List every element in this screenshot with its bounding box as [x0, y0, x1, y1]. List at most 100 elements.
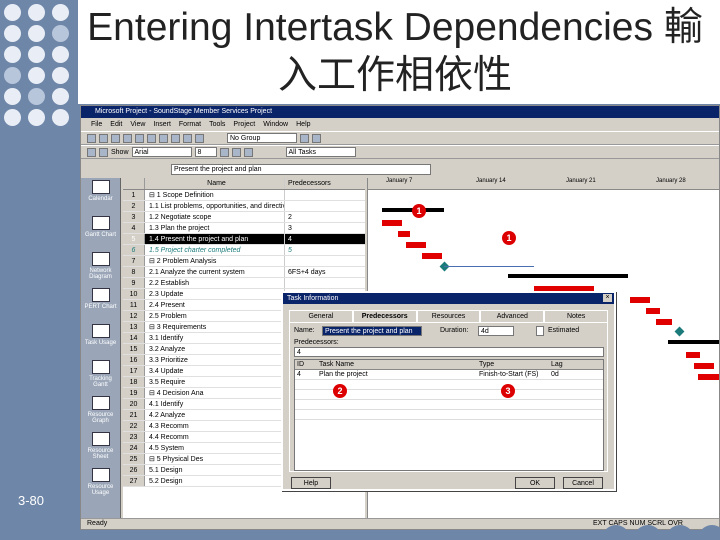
task-name-cell[interactable]: 5.1 Design: [145, 465, 285, 475]
predecessors-cell[interactable]: [285, 278, 365, 288]
task-name-cell[interactable]: 2.3 Update: [145, 289, 285, 299]
tab-resources[interactable]: Resources: [416, 310, 481, 322]
task-name-cell[interactable]: 3.4 Update: [145, 366, 285, 376]
task-name-cell[interactable]: ⊟ 4 Decision Ana: [145, 388, 285, 398]
close-icon[interactable]: ×: [603, 294, 612, 302]
menu-file[interactable]: File: [91, 118, 102, 131]
font-select[interactable]: Arial: [131, 147, 192, 157]
task-name-cell[interactable]: 4.1 Identify: [145, 399, 285, 409]
task-name-cell[interactable]: 1.2 Negotiate scope: [145, 212, 285, 222]
task-name-cell[interactable]: 3.2 Analyze: [145, 344, 285, 354]
entry-bar-input[interactable]: Present the project and plan: [171, 164, 431, 175]
predecessors-cell[interactable]: 5: [285, 245, 365, 255]
table-row[interactable]: 6 1.5 Project charter completed 5: [123, 245, 365, 256]
task-name-cell[interactable]: 2.1 Analyze the current system: [145, 267, 285, 277]
task-name-cell[interactable]: ⊟ 3 Requirements: [145, 322, 285, 332]
save-icon[interactable]: [111, 133, 120, 143]
task-name-cell[interactable]: 5.2 Design: [145, 476, 285, 486]
view-tracking-gantt[interactable]: Tracking Gantt: [81, 358, 120, 394]
task-name-cell[interactable]: 1.3 Plan the project: [145, 223, 285, 233]
view-resource-usage[interactable]: Resource Usage: [81, 466, 120, 502]
menu-edit[interactable]: Edit: [110, 118, 122, 131]
table-row[interactable]: 3 1.2 Negotiate scope 2: [123, 212, 365, 223]
task-name-cell[interactable]: 1.1 List problems, opportunities, and di…: [145, 201, 285, 211]
task-name-cell[interactable]: 2.2 Establish: [145, 278, 285, 288]
task-name-cell[interactable]: 2.5 Problem: [145, 311, 285, 321]
link-tasks-icon[interactable]: [171, 133, 180, 143]
task-bar[interactable]: [398, 231, 410, 237]
task-bar[interactable]: [646, 308, 660, 314]
predecessors-cell[interactable]: [285, 256, 365, 266]
milestone-marker[interactable]: [674, 326, 685, 337]
summary-bar[interactable]: [508, 274, 628, 278]
task-name-cell[interactable]: ⊟ 2 Problem Analysis: [145, 256, 285, 266]
table-row[interactable]: 4 1.3 Plan the project 3: [123, 223, 365, 234]
zoom-in-icon[interactable]: [300, 133, 309, 143]
unlink-tasks-icon[interactable]: [183, 133, 192, 143]
show-menu[interactable]: Show: [111, 149, 129, 156]
cancel-button[interactable]: Cancel: [563, 477, 603, 489]
cut-icon[interactable]: [135, 133, 144, 143]
ok-button[interactable]: OK: [515, 477, 555, 489]
task-bar[interactable]: [422, 253, 442, 259]
predecessor-row[interactable]: [295, 410, 603, 420]
paste-icon[interactable]: [159, 133, 168, 143]
task-name-cell[interactable]: 4.2 Analyze: [145, 410, 285, 420]
predecessor-row[interactable]: [295, 400, 603, 410]
tab-advanced[interactable]: Advanced: [480, 310, 545, 322]
table-row[interactable]: 8 2.1 Analyze the current system 6FS+4 day…: [123, 267, 365, 278]
task-name-cell[interactable]: 3.5 Require: [145, 377, 285, 387]
table-row[interactable]: 5 1.4 Present the project and plan 4: [123, 234, 365, 245]
table-row[interactable]: 9 2.2 Establish: [123, 278, 365, 289]
task-name-cell[interactable]: 4.3 Recomm: [145, 421, 285, 431]
predecessor-row[interactable]: 4 Plan the project Finish-to-Start (FS) …: [295, 370, 603, 380]
table-row[interactable]: 2 1.1 List problems, opportunities, and d…: [123, 201, 365, 212]
task-name-cell[interactable]: ⊟ 1 Scope Definition: [145, 190, 285, 200]
estimated-checkbox[interactable]: [536, 326, 544, 336]
predecessors-cell[interactable]: 4: [285, 234, 365, 244]
predecessors-cell[interactable]: 6FS+4 days: [285, 267, 365, 277]
new-icon[interactable]: [87, 133, 96, 143]
view-network[interactable]: Network Diagram: [81, 250, 120, 286]
task-bar[interactable]: [694, 363, 714, 369]
help-button[interactable]: Help: [291, 477, 331, 489]
task-name-cell[interactable]: 3.1 Identify: [145, 333, 285, 343]
table-row[interactable]: 1 ⊟ 1 Scope Definition: [123, 190, 365, 201]
summary-bar[interactable]: [668, 340, 719, 344]
view-pert[interactable]: PERT Chart: [81, 286, 120, 322]
task-info-icon[interactable]: [195, 133, 204, 143]
task-bar[interactable]: [686, 352, 700, 358]
table-row[interactable]: 7 ⊟ 2 Problem Analysis: [123, 256, 365, 267]
col-name[interactable]: Name: [145, 178, 285, 189]
task-name-cell[interactable]: 1.4 Present the project and plan: [145, 234, 285, 244]
tab-predecessors[interactable]: Predecessors: [352, 310, 417, 322]
indent-icon[interactable]: [99, 147, 108, 157]
tab-general[interactable]: General: [289, 310, 353, 322]
menu-format[interactable]: Format: [179, 118, 201, 131]
col-predecessors[interactable]: Predecessors: [285, 178, 365, 189]
predecessor-edit-field[interactable]: 4: [294, 347, 604, 357]
copy-icon[interactable]: [147, 133, 156, 143]
outdent-icon[interactable]: [87, 147, 96, 157]
view-gantt[interactable]: Gantt Chart: [81, 214, 120, 250]
task-bar[interactable]: [406, 242, 426, 248]
task-bar[interactable]: [656, 319, 672, 325]
predecessors-cell[interactable]: [285, 190, 365, 200]
italic-icon[interactable]: [231, 147, 241, 157]
task-name-field[interactable]: Present the project and plan: [322, 326, 422, 336]
group-select[interactable]: No Group: [227, 133, 297, 143]
menu-project[interactable]: Project: [233, 118, 255, 131]
task-bar[interactable]: [382, 220, 402, 226]
predecessors-cell[interactable]: 3: [285, 223, 365, 233]
underline-icon[interactable]: [243, 147, 253, 157]
task-name-cell[interactable]: 2.4 Present: [145, 300, 285, 310]
task-name-cell[interactable]: 1.5 Project charter completed: [145, 245, 285, 255]
view-resource-graph[interactable]: Resource Graph: [81, 394, 120, 430]
filter-select[interactable]: All Tasks: [285, 147, 356, 157]
duration-field[interactable]: 4d: [478, 326, 514, 336]
bold-icon[interactable]: [219, 147, 229, 157]
menu-help[interactable]: Help: [296, 118, 310, 131]
task-name-cell[interactable]: ⊟ 5 Physical Des: [145, 454, 285, 464]
zoom-out-icon[interactable]: [312, 133, 321, 143]
open-icon[interactable]: [99, 133, 108, 143]
